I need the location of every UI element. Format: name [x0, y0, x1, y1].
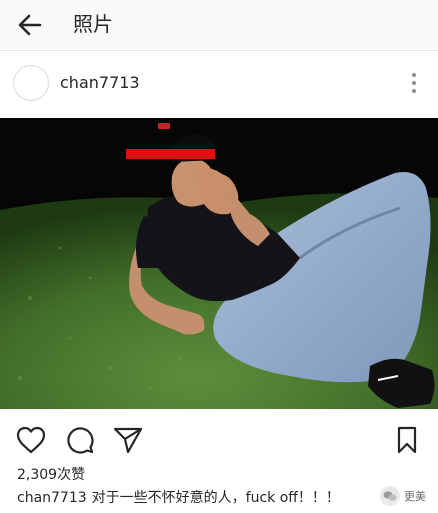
- more-vertical-icon: [412, 73, 416, 77]
- avatar[interactable]: [13, 65, 49, 101]
- caption-text: 对于一些不怀好意的人，fuck off！！！: [91, 490, 340, 506]
- like-button[interactable]: [15, 424, 47, 456]
- share-button[interactable]: [112, 424, 144, 456]
- caption-username[interactable]: chan7713: [17, 490, 87, 506]
- comment-icon: [67, 427, 94, 454]
- like-count[interactable]: 2,309次赞: [17, 466, 85, 484]
- watermark-logo-icon: [380, 486, 400, 506]
- share-icon: [113, 427, 143, 454]
- action-bar: [0, 418, 438, 460]
- post-caption: chan7713 对于一些不怀好意的人，fuck off！！！: [17, 489, 340, 507]
- photo-illustration: [0, 118, 438, 409]
- arrow-left-icon: [18, 14, 42, 36]
- post-username[interactable]: chan7713: [60, 73, 140, 93]
- back-button[interactable]: [12, 8, 48, 42]
- more-dot: [412, 89, 416, 93]
- comment-button[interactable]: [64, 424, 96, 456]
- post-header: chan7713: [0, 56, 438, 112]
- more-options-button[interactable]: [404, 70, 424, 96]
- photo-post-screen: 照片 chan7713 2,309次赞 chan7713 对于一些不怀好意的人，…: [0, 0, 438, 513]
- post-photo[interactable]: [0, 118, 438, 409]
- bookmark-icon: [397, 426, 417, 454]
- top-bar: 照片: [0, 0, 438, 51]
- save-button[interactable]: [391, 424, 423, 456]
- chat-bubbles-icon: [383, 491, 397, 501]
- heart-icon: [16, 426, 46, 454]
- watermark: 更美: [380, 486, 426, 506]
- more-dot: [412, 81, 416, 85]
- watermark-text: 更美: [404, 490, 426, 503]
- page-title: 照片: [73, 12, 113, 36]
